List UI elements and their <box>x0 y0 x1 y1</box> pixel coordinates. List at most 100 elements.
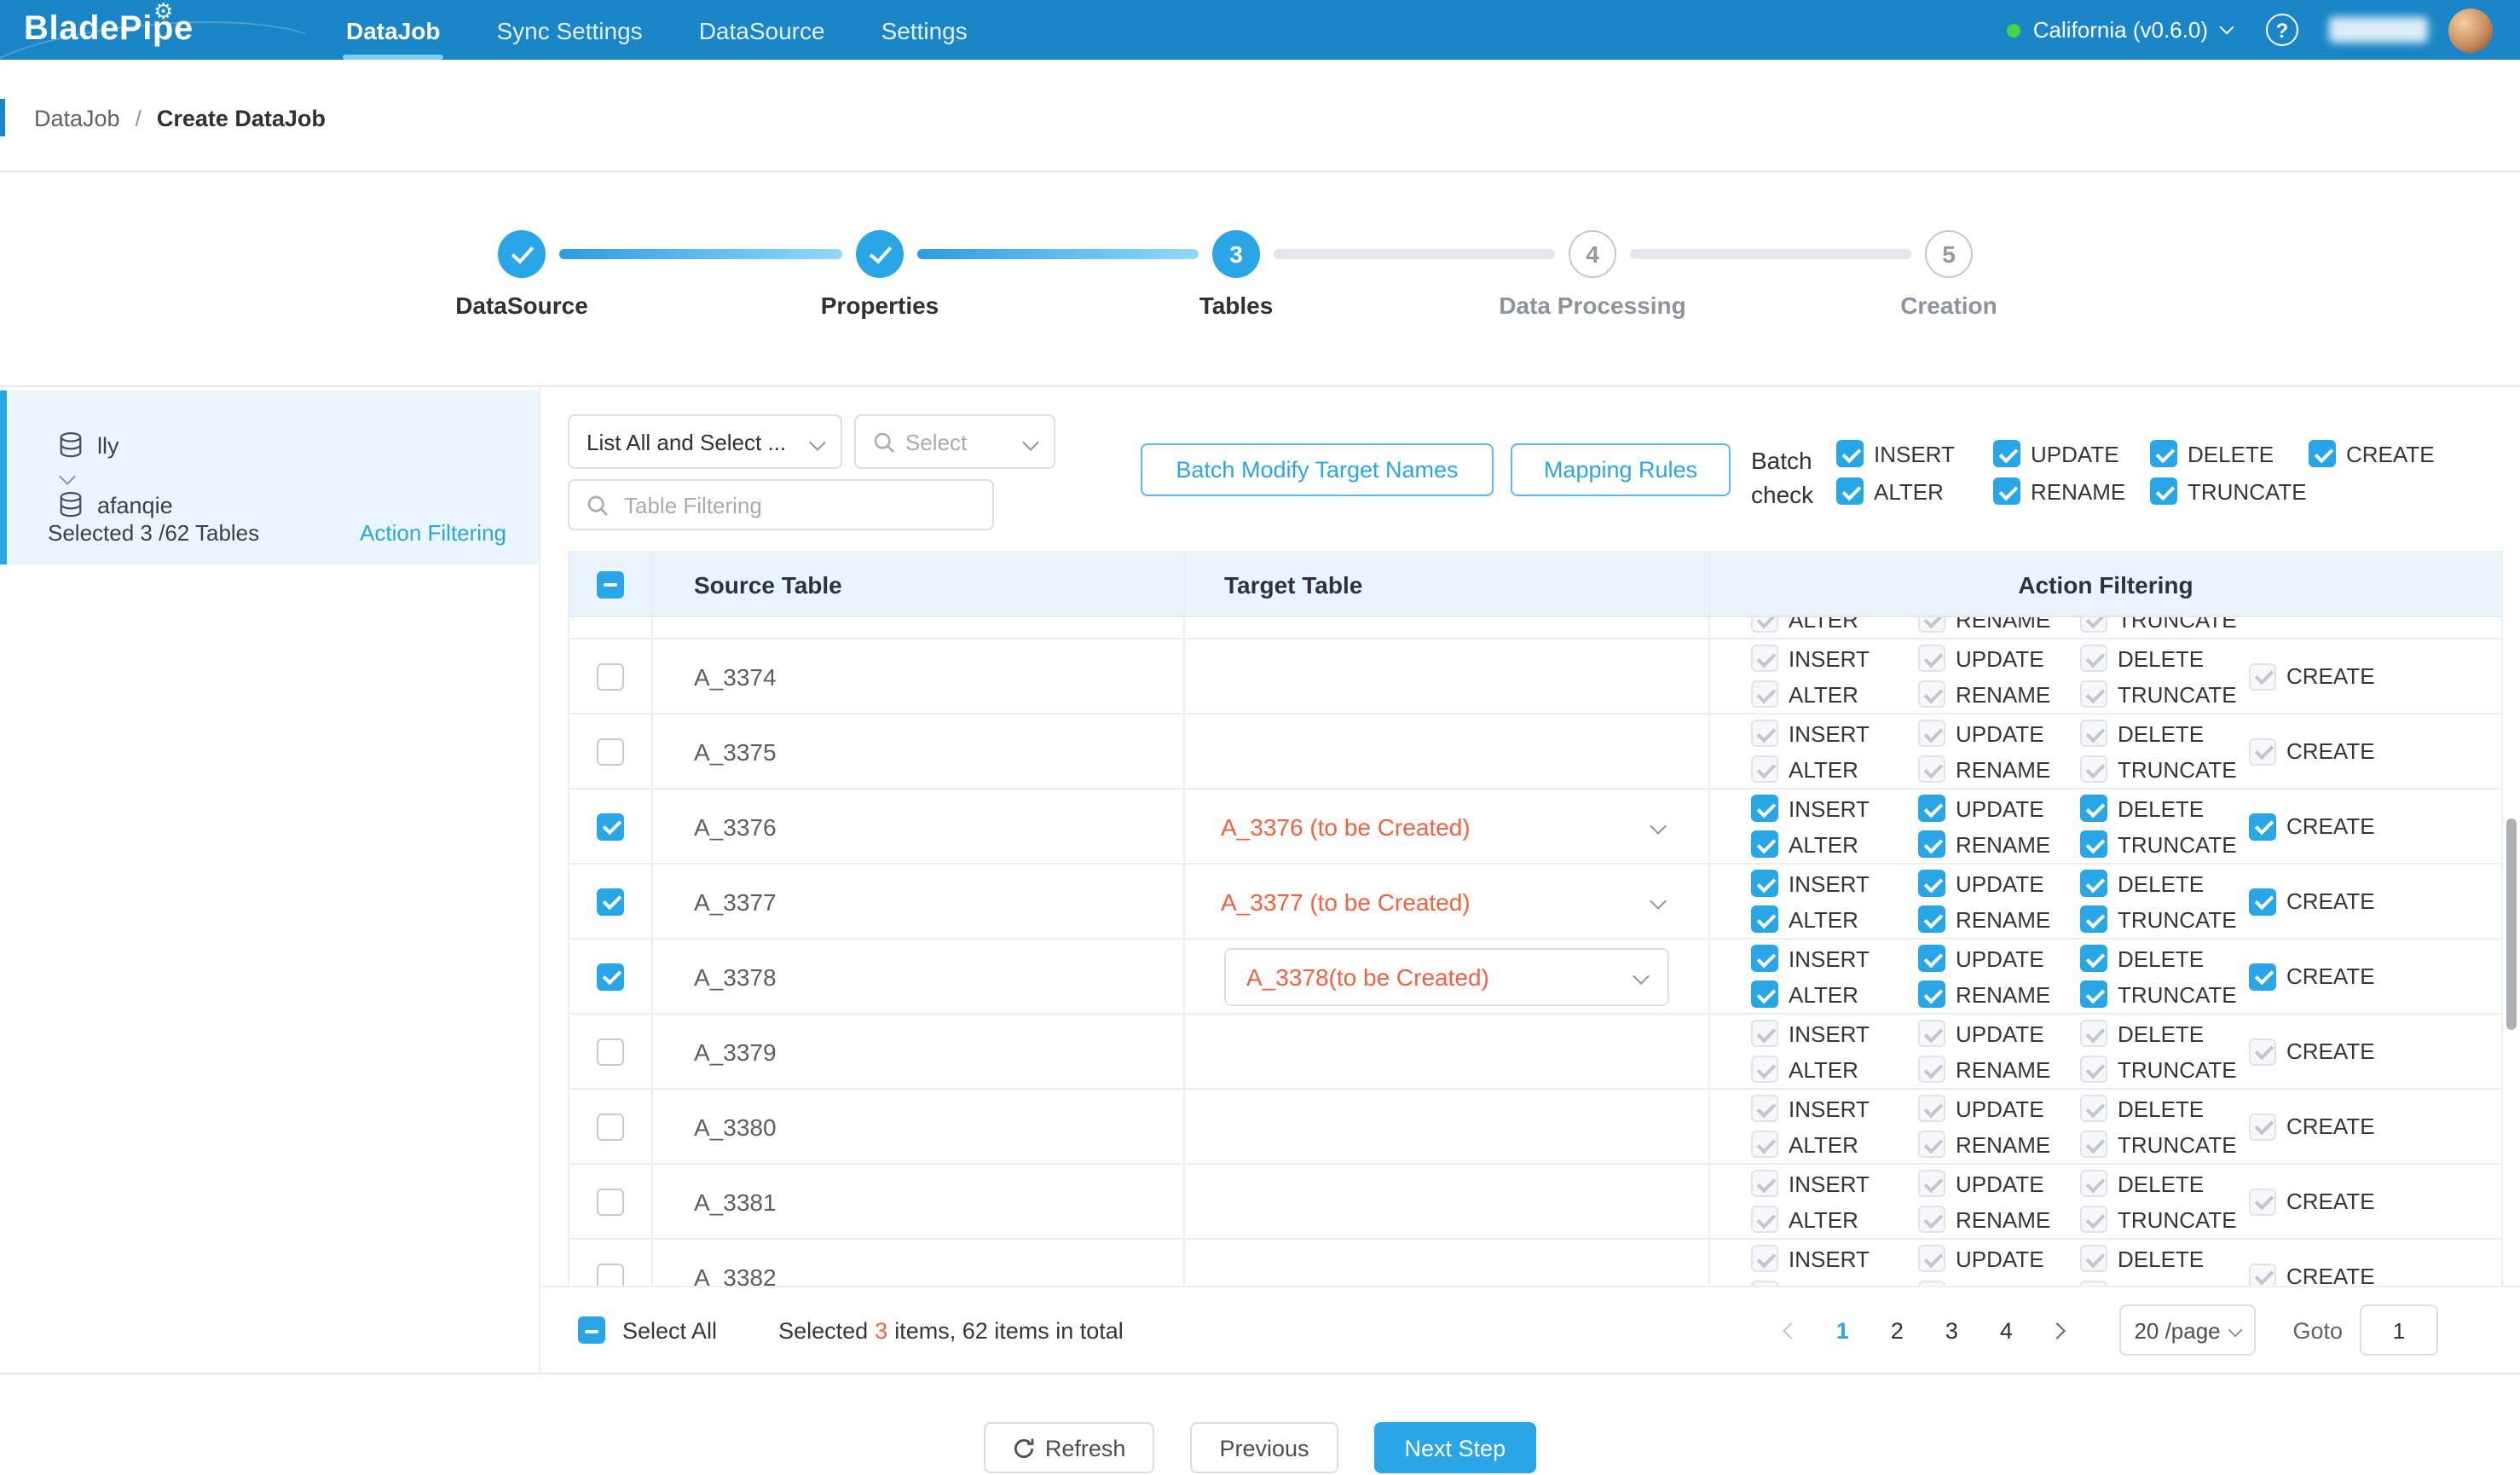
table-row: A_3377 A_3377 (to be Created) INSERTALTE… <box>569 865 2501 940</box>
page-scrollbar[interactable] <box>2506 818 2517 1030</box>
step-connector-done <box>917 249 1199 259</box>
action-checkbox[interactable]: INSERT <box>1836 437 1993 471</box>
nav-item-datasource[interactable]: DataSource <box>696 0 829 60</box>
target-schema-item[interactable]: afanqie <box>58 491 173 518</box>
action-checkbox: CREATE <box>2249 1184 2375 1218</box>
action-checkbox[interactable]: UPDATE <box>1918 791 2080 825</box>
page-button[interactable]: 2 <box>1873 1306 1921 1354</box>
step-circle-creation[interactable]: 5 <box>1925 230 1973 278</box>
action-checkbox[interactable]: UPDATE <box>1918 941 2080 975</box>
help-icon[interactable]: ? <box>2266 14 2298 46</box>
source-schema-item[interactable]: lly <box>58 431 119 459</box>
action-checkbox[interactable]: ALTER <box>1751 977 1918 1011</box>
schema-select[interactable]: Select <box>854 414 1055 469</box>
chevron-down-icon <box>1022 433 1039 450</box>
step-circle-tables[interactable]: 3 <box>1212 230 1260 278</box>
action-checkbox[interactable]: TRUNCATE <box>2080 902 2249 936</box>
next-page-button[interactable] <box>2033 1306 2081 1354</box>
refresh-button[interactable]: Refresh <box>984 1422 1155 1473</box>
region-selector[interactable]: California (v0.6.0) <box>2033 17 2208 43</box>
list-mode-select[interactable]: List All and Select ... <box>568 414 842 469</box>
action-checkbox[interactable]: DELETE <box>2150 437 2309 471</box>
step-circle-data-processing[interactable]: 4 <box>1569 230 1616 278</box>
action-checkbox[interactable]: CREATE <box>2249 809 2375 843</box>
select-all-checkbox[interactable] <box>578 1316 605 1344</box>
action-checkbox: TRUNCATE <box>2080 617 2249 636</box>
page-size-select[interactable]: 20 /page <box>2118 1304 2255 1356</box>
action-checkbox: TRUNCATE <box>2080 1202 2249 1236</box>
action-checkbox[interactable]: DELETE <box>2080 941 2249 975</box>
action-checkbox[interactable]: TRUNCATE <box>2150 474 2309 508</box>
action-checkbox[interactable]: RENAME <box>1918 827 2080 861</box>
nav-item-datajob[interactable]: DataJob <box>343 0 443 60</box>
action-checkbox: INSERT <box>1751 1166 1918 1200</box>
step-circle-datasource[interactable] <box>498 230 546 278</box>
selected-count: 3 <box>875 1317 887 1343</box>
next-step-button[interactable]: Next Step <box>1374 1422 1537 1473</box>
row-checkbox[interactable] <box>597 963 624 990</box>
row-checkbox[interactable] <box>597 738 624 765</box>
previous-button[interactable]: Previous <box>1190 1422 1338 1473</box>
action-checkbox[interactable]: INSERT <box>1751 791 1918 825</box>
action-checkbox[interactable]: ALTER <box>1751 902 1918 936</box>
row-checkbox[interactable] <box>597 1113 624 1140</box>
row-checkbox[interactable] <box>597 662 624 690</box>
prev-page-button[interactable] <box>1767 1306 1815 1354</box>
action-checkbox[interactable]: RENAME <box>1918 902 2080 936</box>
action-checkbox[interactable]: CREATE <box>2249 884 2375 918</box>
target-table-header: Target Table <box>1185 552 1710 616</box>
action-checkbox[interactable]: ALTER <box>1751 827 1918 861</box>
page-button[interactable]: 3 <box>1928 1306 1975 1354</box>
page-button[interactable]: 1 <box>1818 1306 1866 1354</box>
page-title: Create DataJob <box>157 105 326 130</box>
goto-page-input[interactable] <box>2360 1304 2438 1356</box>
step-circle-properties[interactable] <box>856 230 904 278</box>
action-checkbox: INSERT <box>1751 1016 1918 1050</box>
chevron-down-icon <box>2220 20 2234 35</box>
avatar[interactable] <box>2448 8 2493 52</box>
gear-logo-icon: ⚙ <box>153 0 174 26</box>
nav-item-sync-settings[interactable]: Sync Settings <box>493 0 645 60</box>
chevron-down-icon <box>809 433 826 450</box>
action-filtering-header: Action Filtering <box>1710 552 2501 616</box>
action-checkbox[interactable]: TRUNCATE <box>2080 977 2249 1011</box>
action-checkbox[interactable]: ALTER <box>1836 474 1993 508</box>
action-checkbox: ALTER <box>1751 1127 1918 1161</box>
table-row: A_3375 INSERTALTERUPDATERENAMEDELETETRUN… <box>569 714 2501 790</box>
mapping-rules-button[interactable]: Mapping Rules <box>1511 443 1731 496</box>
action-checkbox[interactable]: DELETE <box>2080 791 2249 825</box>
chevron-down-icon[interactable] <box>1650 893 1667 910</box>
chevron-down-icon[interactable] <box>1650 818 1667 835</box>
schema-selected-block[interactable]: lly afanqie Selected 3 /62 Tables Action… <box>0 390 539 564</box>
action-checkbox[interactable]: DELETE <box>2080 866 2249 900</box>
action-checkbox[interactable]: UPDATE <box>1993 437 2150 471</box>
action-checkbox[interactable]: CREATE <box>2249 959 2375 993</box>
source-table-name: A_3380 <box>694 1113 777 1140</box>
action-checkbox[interactable]: RENAME <box>1918 977 2080 1011</box>
action-checkbox[interactable]: TRUNCATE <box>2080 827 2249 861</box>
row-checkbox[interactable] <box>597 1188 624 1215</box>
chevron-down-icon <box>1633 968 1650 985</box>
action-checkbox[interactable]: RENAME <box>1993 474 2150 508</box>
action-checkbox[interactable]: CREATE <box>2309 437 2435 471</box>
action-checkbox[interactable]: INSERT <box>1751 941 1918 975</box>
action-checkbox[interactable]: INSERT <box>1751 866 1918 900</box>
breadcrumb-parent[interactable]: DataJob <box>34 105 120 130</box>
source-table-name: A_3378 <box>694 963 777 990</box>
table-filter-input[interactable] <box>568 479 994 530</box>
row-checkbox[interactable] <box>597 1038 624 1065</box>
target-table-cell <box>1185 1090 1710 1163</box>
nav-item-settings[interactable]: Settings <box>878 0 971 60</box>
target-table-select[interactable]: A_3378(to be Created) <box>1224 947 1669 1005</box>
app-logo[interactable]: BladePipe ⚙ <box>24 0 194 60</box>
action-checkbox: DELETE <box>2080 1091 2249 1125</box>
page-button[interactable]: 4 <box>1982 1306 2030 1354</box>
row-checkbox[interactable] <box>597 888 624 915</box>
select-page-checkbox[interactable] <box>597 570 624 598</box>
action-checkbox[interactable]: UPDATE <box>1918 866 2080 900</box>
action-checkbox: ALTER <box>1751 617 1918 636</box>
row-checkbox[interactable] <box>597 813 624 840</box>
batch-modify-target-names-button[interactable]: Batch Modify Target Names <box>1141 443 1494 496</box>
action-filtering-link[interactable]: Action Filtering <box>360 520 506 546</box>
action-checkbox: UPDATE <box>1918 1091 2080 1125</box>
